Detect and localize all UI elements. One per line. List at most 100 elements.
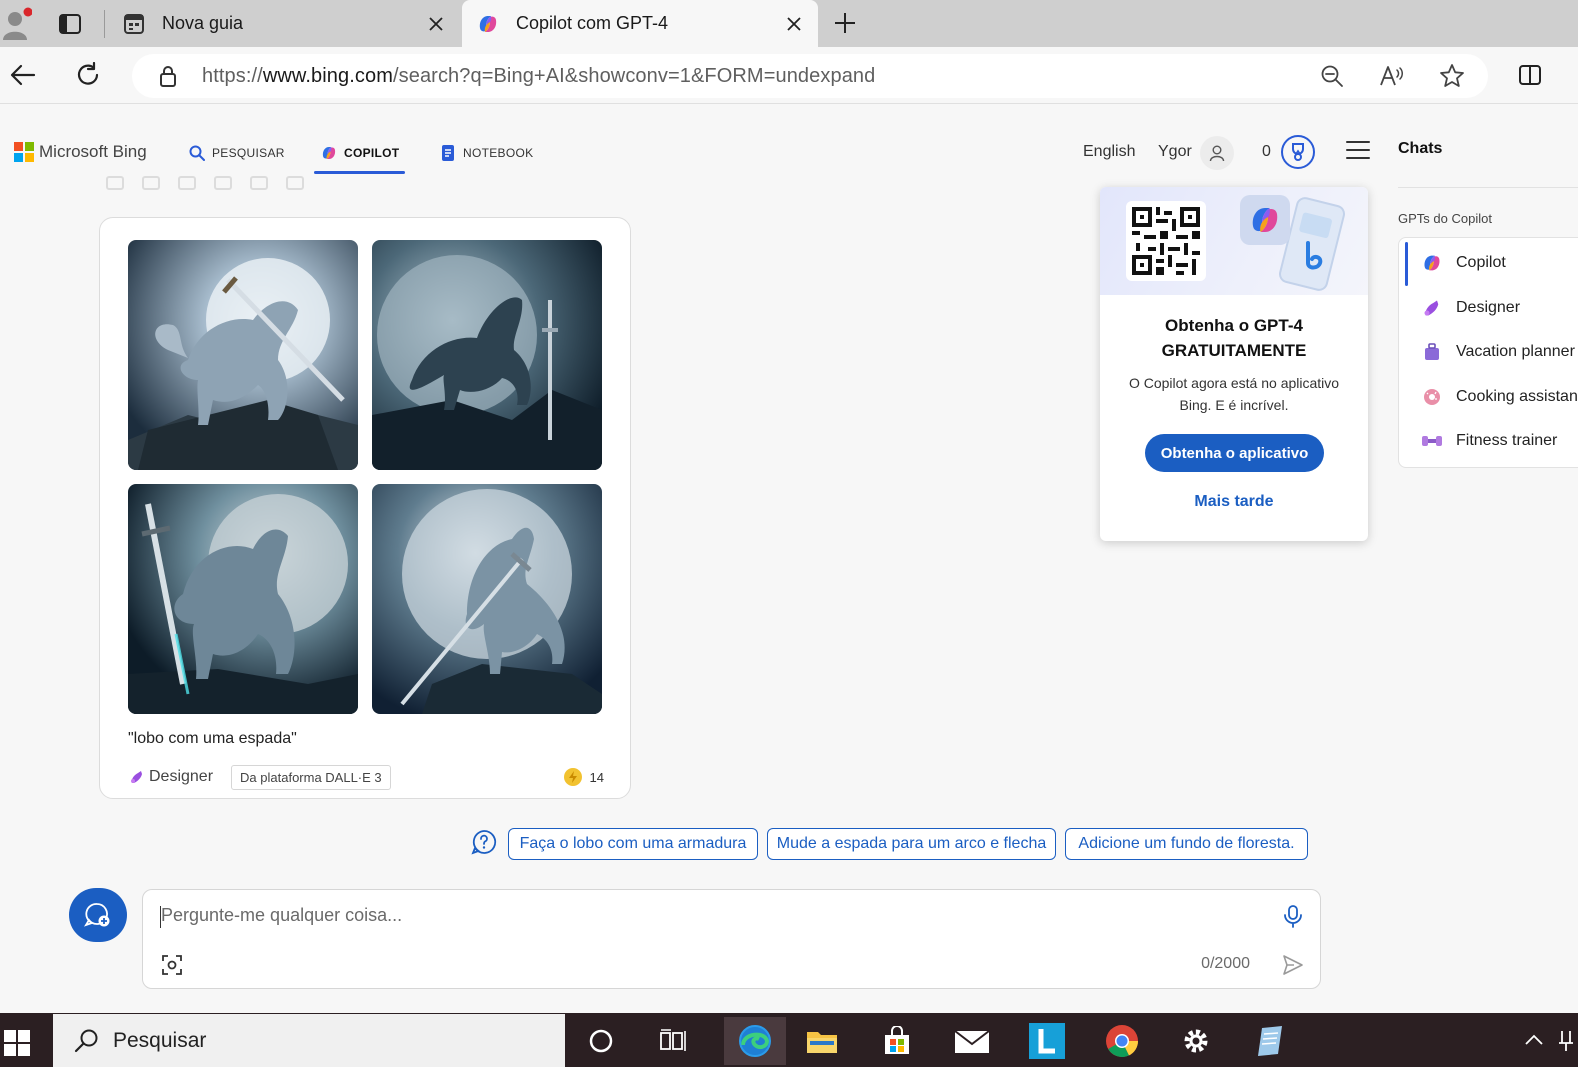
notepad-icon[interactable] [1246, 1017, 1294, 1065]
chrome-icon[interactable] [1098, 1017, 1146, 1065]
settings-gear-icon[interactable] [1172, 1017, 1220, 1065]
user-name[interactable]: Ygor [1158, 143, 1192, 161]
suggestion-chip[interactable]: Faça o lobo com uma armadura [508, 828, 758, 860]
chats-divider [1398, 187, 1578, 188]
show-hidden-icons-chevron-icon[interactable] [1522, 1027, 1546, 1053]
donut-icon [1421, 386, 1443, 408]
gpt-item-vacation-planner[interactable]: Vacation planner [1399, 331, 1578, 373]
menu-hamburger-icon[interactable] [1346, 141, 1370, 163]
generated-image-3[interactable] [128, 484, 358, 714]
windows-start-icon[interactable] [4, 1030, 30, 1056]
task-view-icon[interactable] [649, 1017, 697, 1065]
gpt-item-fitness-trainer[interactable]: Fitness trainer [1399, 420, 1578, 462]
zoom-out-icon[interactable] [1318, 62, 1346, 90]
gpt-label: Vacation planner [1456, 343, 1575, 360]
qr-code-icon [1126, 201, 1206, 281]
generated-image-2[interactable] [372, 240, 602, 470]
taskbar-search-box[interactable]: Pesquisar [53, 1014, 565, 1067]
url-text[interactable]: https://www.bing.com/search?q=Bing+AI&sh… [202, 65, 875, 88]
send-icon[interactable] [1282, 954, 1304, 976]
microphone-icon[interactable] [1282, 904, 1304, 928]
generated-image-4[interactable] [372, 484, 602, 714]
promo-description: O Copilot agora está no aplicativo Bing.… [1128, 375, 1340, 413]
brand-name: Microsoft Bing [39, 142, 147, 161]
platform-tag: Da plataforma DALL·E 3 [231, 764, 391, 790]
network-icon[interactable] [1554, 1027, 1578, 1053]
favorite-star-icon[interactable] [1438, 62, 1466, 90]
nav-pesquisar[interactable]: PESQUISAR [188, 142, 285, 164]
rewards-count[interactable]: 0 [1262, 143, 1271, 161]
file-explorer-icon[interactable] [798, 1017, 846, 1065]
nav-copilot[interactable]: COPILOT [320, 142, 399, 164]
rewards-trophy-icon[interactable] [1281, 135, 1315, 169]
dumbbell-icon [1421, 430, 1443, 452]
nav-label: COPILOT [344, 146, 400, 160]
designer-label: Designer [149, 768, 214, 785]
card-footer: Designer Da plataforma DALL·E 3 14 [128, 764, 604, 790]
tab-nova-guia[interactable]: Nova guia [108, 0, 460, 47]
get-app-button[interactable]: Obtenha o aplicativo [1145, 434, 1324, 472]
edge-taskbar-icon[interactable] [724, 1017, 786, 1065]
designer-icon [128, 768, 146, 786]
phone-illustration-icon [1240, 195, 1345, 291]
gpt-label: Copilot [1456, 254, 1506, 271]
copilot-favicon-icon [476, 12, 500, 36]
gpt-item-designer[interactable]: Designer [1399, 287, 1578, 329]
nav-notebook[interactable]: NOTEBOOK [439, 142, 533, 164]
tab-copilot[interactable]: Copilot com GPT-4 [462, 0, 818, 47]
promo-banner [1100, 187, 1368, 295]
nav-active-indicator [314, 171, 405, 174]
tab-strip: Nova guia Copilot com GPT-4 [0, 0, 1578, 47]
designer-link[interactable]: Designer [128, 768, 213, 786]
search-icon [73, 1027, 101, 1055]
tab-title: Copilot com GPT-4 [516, 13, 669, 33]
new-tab-plus-icon[interactable] [830, 8, 860, 38]
notebook-icon [439, 144, 457, 162]
designer-icon [1421, 297, 1443, 319]
new-tab-page-icon [122, 12, 146, 36]
suggestions-help-icon[interactable] [471, 829, 497, 855]
boost-coin-icon [563, 768, 582, 786]
windows-taskbar: Pesquisar [0, 1013, 1578, 1067]
gpt-label: Fitness trainer [1456, 432, 1558, 449]
chat-input[interactable] [161, 905, 1261, 926]
gpt-label: Cooking assistant [1456, 388, 1578, 405]
suitcase-icon [1421, 341, 1443, 363]
maybe-later-link[interactable]: Mais tarde [1100, 493, 1368, 511]
tab-title: Nova guia [162, 13, 244, 33]
language-switch[interactable]: English [1083, 143, 1135, 161]
get-app-promo: Obtenha o GPT-4 GRATUITAMENTE O Copilot … [1100, 187, 1368, 541]
close-tab-icon[interactable] [782, 12, 806, 36]
boosts-count: 14 [589, 769, 604, 785]
gpt-list: Copilot Designer Vacation planner Cookin… [1398, 237, 1578, 468]
l-app-icon[interactable] [1023, 1017, 1071, 1065]
gpt-item-cooking-assistant[interactable]: Cooking assistant [1399, 376, 1578, 418]
bing-header: Microsoft Bing PESQUISAR COPILOT NOTEBOO… [0, 104, 1578, 178]
suggestion-chip[interactable]: Adicione um fundo de floresta. [1065, 828, 1308, 860]
chat-input-box: 0/2000 [142, 889, 1321, 989]
nav-label: PESQUISAR [212, 146, 285, 160]
new-topic-button[interactable] [69, 888, 127, 942]
close-tab-icon[interactable] [424, 12, 448, 36]
tab-actions-icon[interactable] [56, 10, 84, 38]
user-avatar-icon[interactable] [1200, 136, 1234, 170]
microsoft-bing-logo[interactable]: Microsoft Bing [14, 142, 147, 162]
profile-avatar-icon[interactable] [2, 6, 33, 40]
suggestion-chip[interactable]: Mude a espada para um arco e flecha [767, 828, 1056, 860]
cortana-icon[interactable] [577, 1017, 625, 1065]
faded-action-row [106, 176, 304, 196]
refresh-icon[interactable] [70, 57, 106, 93]
address-bar[interactable]: https://www.bing.com/search?q=Bing+AI&sh… [132, 54, 1488, 98]
back-arrow-icon[interactable] [5, 57, 41, 93]
lock-icon[interactable] [156, 64, 180, 88]
gpt-label: Designer [1456, 299, 1521, 316]
chats-heading[interactable]: Chats [1398, 140, 1442, 158]
visual-search-icon[interactable] [161, 954, 183, 976]
mail-icon[interactable] [948, 1017, 996, 1065]
split-screen-icon[interactable] [1512, 57, 1548, 93]
read-aloud-icon[interactable] [1378, 62, 1406, 90]
microsoft-store-icon[interactable] [873, 1017, 921, 1065]
nav-label: NOTEBOOK [463, 146, 534, 160]
gpt-item-copilot[interactable]: Copilot [1399, 242, 1578, 284]
generated-image-1[interactable] [128, 240, 358, 470]
